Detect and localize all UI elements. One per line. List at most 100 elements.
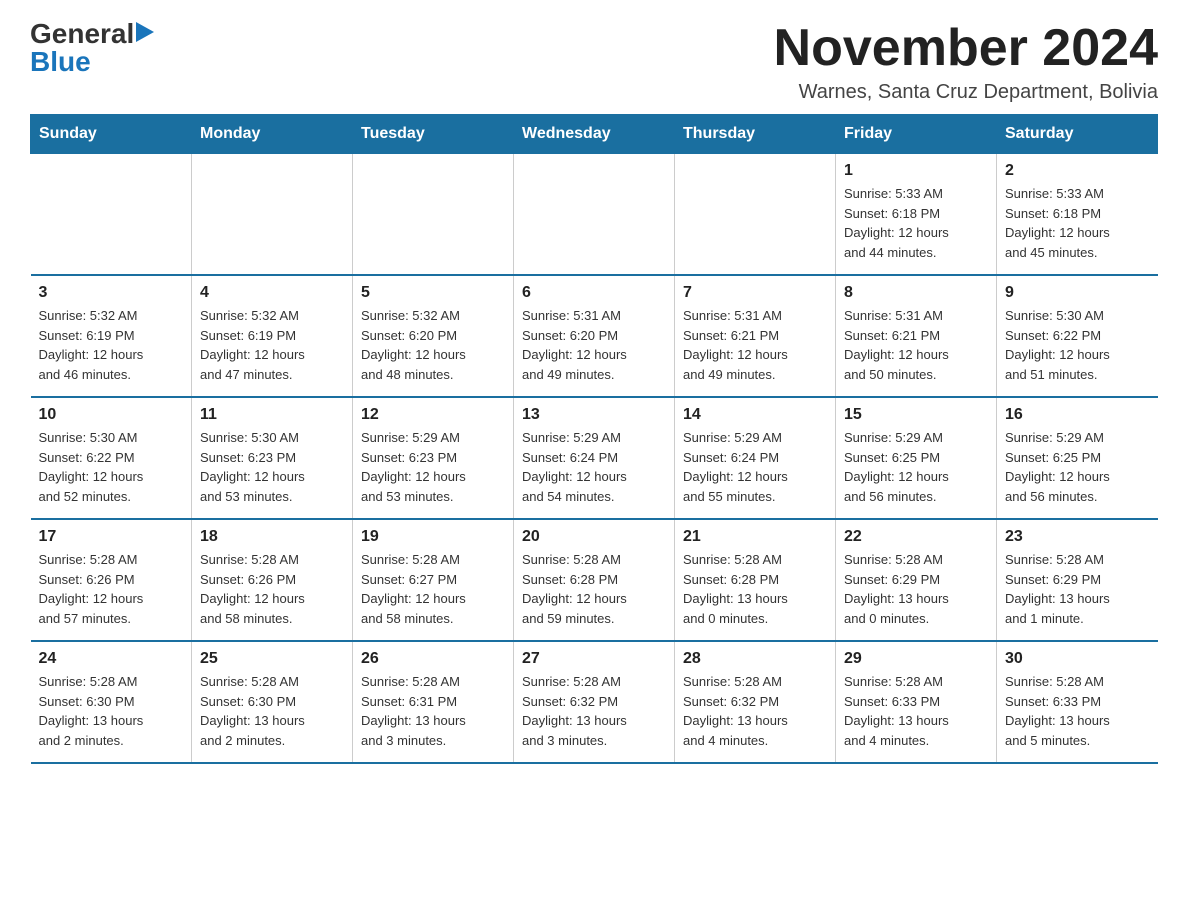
col-wednesday: Wednesday [514,115,675,154]
table-row: 4 Sunrise: 5:32 AMSunset: 6:19 PMDaylight… [192,275,353,397]
calendar-header-row: Sunday Monday Tuesday Wednesday Thursday… [31,115,1158,154]
col-sunday: Sunday [31,115,192,154]
day-info: Sunrise: 5:28 AMSunset: 6:26 PMDaylight:… [200,550,344,628]
day-info: Sunrise: 5:28 AMSunset: 6:28 PMDaylight:… [522,550,666,628]
day-info: Sunrise: 5:28 AMSunset: 6:33 PMDaylight:… [844,672,988,750]
table-row [514,154,675,276]
table-row: 29 Sunrise: 5:28 AMSunset: 6:33 PMDayligh… [836,641,997,763]
col-friday: Friday [836,115,997,154]
table-row: 5 Sunrise: 5:32 AMSunset: 6:20 PMDaylight… [353,275,514,397]
logo: General Blue [30,20,154,76]
day-info: Sunrise: 5:33 AMSunset: 6:18 PMDaylight:… [1005,184,1150,262]
day-info: Sunrise: 5:28 AMSunset: 6:26 PMDaylight:… [39,550,184,628]
day-number: 2 [1005,162,1150,180]
day-number: 9 [1005,284,1150,302]
table-row: 10Sunrise: 5:30 AMSunset: 6:22 PMDayligh… [31,397,192,519]
day-number: 22 [844,528,988,546]
col-saturday: Saturday [997,115,1158,154]
table-row: 13 Sunrise: 5:29 AMSunset: 6:24 PMDayligh… [514,397,675,519]
day-info: Sunrise: 5:32 AMSunset: 6:20 PMDaylight:… [361,306,505,384]
table-row: 17 Sunrise: 5:28 AMSunset: 6:26 PMDayligh… [31,519,192,641]
day-number: 13 [522,406,666,424]
day-number: 14 [683,406,827,424]
day-info: Sunrise: 5:29 AMSunset: 6:24 PMDaylight:… [522,428,666,506]
table-row: 28 Sunrise: 5:28 AMSunset: 6:32 PMDayligh… [675,641,836,763]
day-number: 17 [39,528,184,546]
day-info: Sunrise: 5:28 AMSunset: 6:31 PMDaylight:… [361,672,505,750]
day-number: 18 [200,528,344,546]
table-row: 14 Sunrise: 5:29 AMSunset: 6:24 PMDayligh… [675,397,836,519]
day-number: 11 [200,406,344,424]
day-info: Sunrise: 5:31 AMSunset: 6:21 PMDaylight:… [844,306,988,384]
table-row: 2 Sunrise: 5:33 AMSunset: 6:18 PMDaylight… [997,154,1158,276]
day-info: Sunrise: 5:28 AMSunset: 6:28 PMDaylight:… [683,550,827,628]
table-row: 9 Sunrise: 5:30 AMSunset: 6:22 PMDaylight… [997,275,1158,397]
day-info: Sunrise: 5:28 AMSunset: 6:30 PMDaylight:… [200,672,344,750]
day-number: 27 [522,650,666,668]
table-row: 6 Sunrise: 5:31 AMSunset: 6:20 PMDaylight… [514,275,675,397]
logo-triangle-icon [136,22,154,42]
col-thursday: Thursday [675,115,836,154]
day-number: 29 [844,650,988,668]
day-info: Sunrise: 5:32 AMSunset: 6:19 PMDaylight:… [200,306,344,384]
table-row: 23Sunrise: 5:28 AMSunset: 6:29 PMDayligh… [997,519,1158,641]
col-monday: Monday [192,115,353,154]
logo-blue-text: Blue [30,46,91,77]
header: General Blue November 2024 Warnes, Santa… [30,20,1158,104]
logo-general-text: General [30,20,134,48]
month-title: November 2024 [774,20,1158,77]
table-row: 1 Sunrise: 5:33 AMSunset: 6:18 PMDaylight… [836,154,997,276]
table-row: 19Sunrise: 5:28 AMSunset: 6:27 PMDayligh… [353,519,514,641]
col-tuesday: Tuesday [353,115,514,154]
day-info: Sunrise: 5:28 AMSunset: 6:29 PMDaylight:… [1005,550,1150,628]
table-row: 22 Sunrise: 5:28 AMSunset: 6:29 PMDayligh… [836,519,997,641]
table-row: 16 Sunrise: 5:29 AMSunset: 6:25 PMDayligh… [997,397,1158,519]
table-row: 7 Sunrise: 5:31 AMSunset: 6:21 PMDaylight… [675,275,836,397]
table-row: 21Sunrise: 5:28 AMSunset: 6:28 PMDayligh… [675,519,836,641]
day-info: Sunrise: 5:30 AMSunset: 6:22 PMDaylight:… [1005,306,1150,384]
day-number: 4 [200,284,344,302]
day-number: 1 [844,162,988,180]
day-info: Sunrise: 5:28 AMSunset: 6:29 PMDaylight:… [844,550,988,628]
day-number: 6 [522,284,666,302]
day-info: Sunrise: 5:32 AMSunset: 6:19 PMDaylight:… [39,306,184,384]
table-row [353,154,514,276]
day-number: 15 [844,406,988,424]
day-number: 25 [200,650,344,668]
day-number: 16 [1005,406,1150,424]
table-row: 18 Sunrise: 5:28 AMSunset: 6:26 PMDayligh… [192,519,353,641]
day-info: Sunrise: 5:31 AMSunset: 6:20 PMDaylight:… [522,306,666,384]
table-row: 11Sunrise: 5:30 AMSunset: 6:23 PMDayligh… [192,397,353,519]
table-row [31,154,192,276]
table-row: 26 Sunrise: 5:28 AMSunset: 6:31 PMDayligh… [353,641,514,763]
calendar-week-row: 3Sunrise: 5:32 AMSunset: 6:19 PMDaylight… [31,275,1158,397]
day-info: Sunrise: 5:29 AMSunset: 6:25 PMDaylight:… [1005,428,1150,506]
day-number: 8 [844,284,988,302]
day-number: 26 [361,650,505,668]
table-row: 8 Sunrise: 5:31 AMSunset: 6:21 PMDaylight… [836,275,997,397]
day-info: Sunrise: 5:33 AMSunset: 6:18 PMDaylight:… [844,184,988,262]
day-number: 30 [1005,650,1150,668]
day-info: Sunrise: 5:28 AMSunset: 6:27 PMDaylight:… [361,550,505,628]
table-row: 3Sunrise: 5:32 AMSunset: 6:19 PMDaylight… [31,275,192,397]
day-info: Sunrise: 5:28 AMSunset: 6:32 PMDaylight:… [522,672,666,750]
day-info: Sunrise: 5:28 AMSunset: 6:32 PMDaylight:… [683,672,827,750]
day-number: 5 [361,284,505,302]
day-number: 7 [683,284,827,302]
table-row: 27 Sunrise: 5:28 AMSunset: 6:32 PMDayligh… [514,641,675,763]
table-row: 30Sunrise: 5:28 AMSunset: 6:33 PMDayligh… [997,641,1158,763]
table-row: 20 Sunrise: 5:28 AMSunset: 6:28 PMDayligh… [514,519,675,641]
day-info: Sunrise: 5:31 AMSunset: 6:21 PMDaylight:… [683,306,827,384]
location: Warnes, Santa Cruz Department, Bolivia [774,81,1158,104]
day-number: 20 [522,528,666,546]
day-info: Sunrise: 5:29 AMSunset: 6:24 PMDaylight:… [683,428,827,506]
table-row [192,154,353,276]
calendar-week-row: 24Sunrise: 5:28 AMSunset: 6:30 PMDayligh… [31,641,1158,763]
day-info: Sunrise: 5:28 AMSunset: 6:30 PMDaylight:… [39,672,184,750]
calendar-week-row: 10Sunrise: 5:30 AMSunset: 6:22 PMDayligh… [31,397,1158,519]
calendar: Sunday Monday Tuesday Wednesday Thursday… [30,114,1158,764]
day-info: Sunrise: 5:30 AMSunset: 6:22 PMDaylight:… [39,428,184,506]
table-row [675,154,836,276]
day-number: 28 [683,650,827,668]
calendar-week-row: 1 Sunrise: 5:33 AMSunset: 6:18 PMDaylight… [31,154,1158,276]
